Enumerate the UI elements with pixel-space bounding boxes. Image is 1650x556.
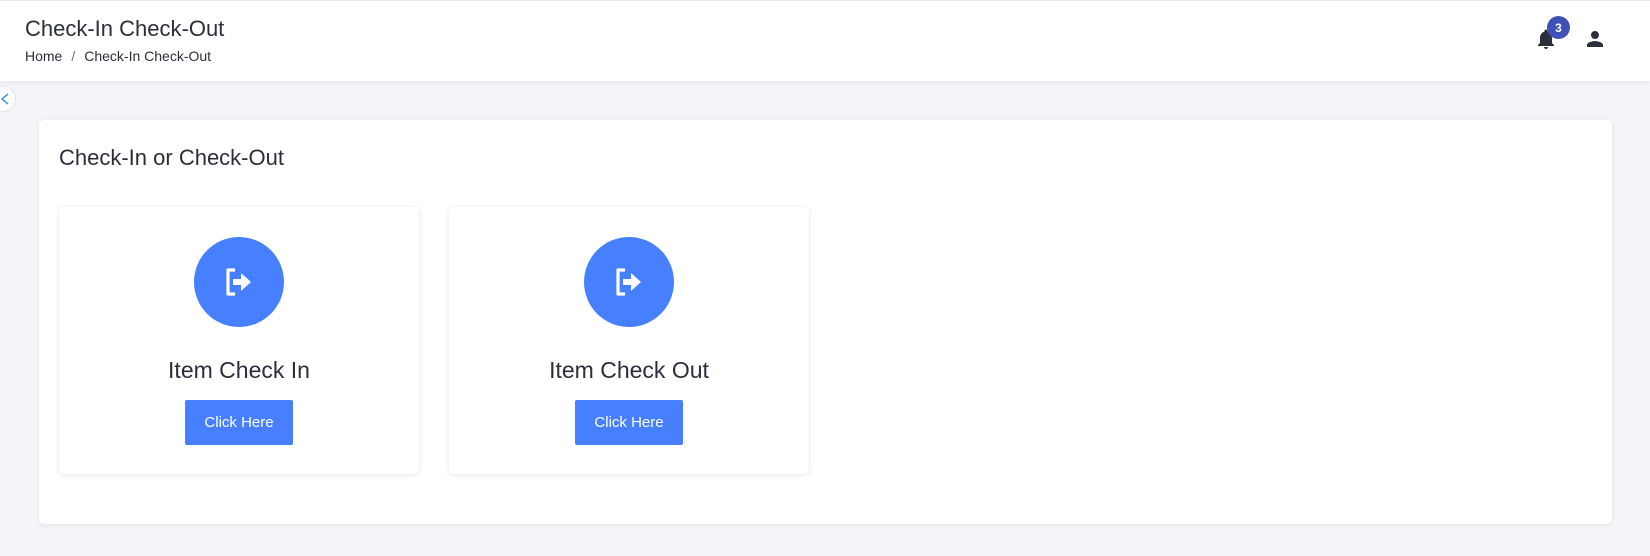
user-menu-button[interactable]: [1583, 27, 1607, 51]
page-title: Check-In Check-Out: [25, 16, 225, 41]
check-out-icon-circle: [584, 237, 674, 327]
sign-out-icon: [226, 268, 251, 296]
sidebar-collapse-button[interactable]: [0, 86, 16, 112]
breadcrumb-home[interactable]: Home: [25, 48, 62, 64]
notification-count-badge: 3: [1547, 16, 1570, 39]
item-check-in-label: Item Check In: [168, 357, 310, 383]
check-in-icon-circle: [194, 237, 284, 327]
top-header: Check-In Check-Out Home / Check-In Check…: [0, 0, 1650, 81]
user-icon: [1587, 31, 1603, 47]
breadcrumb-separator: /: [71, 48, 76, 64]
item-check-out-label: Item Check Out: [549, 357, 709, 383]
breadcrumb: Home / Check-In Check-Out: [25, 48, 211, 64]
sign-out-icon: [616, 268, 641, 296]
check-in-out-panel: Check-In or Check-Out Item Check In Clic…: [39, 120, 1612, 524]
item-check-out-button[interactable]: Click Here: [575, 400, 683, 445]
item-check-in-button[interactable]: Click Here: [185, 400, 293, 445]
item-check-in-card: Item Check In Click Here: [59, 207, 419, 474]
item-check-out-card: Item Check Out Click Here: [449, 207, 809, 474]
breadcrumb-current: Check-In Check-Out: [84, 48, 212, 64]
chevron-left-icon: [0, 93, 9, 105]
section-title: Check-In or Check-Out: [59, 145, 284, 170]
